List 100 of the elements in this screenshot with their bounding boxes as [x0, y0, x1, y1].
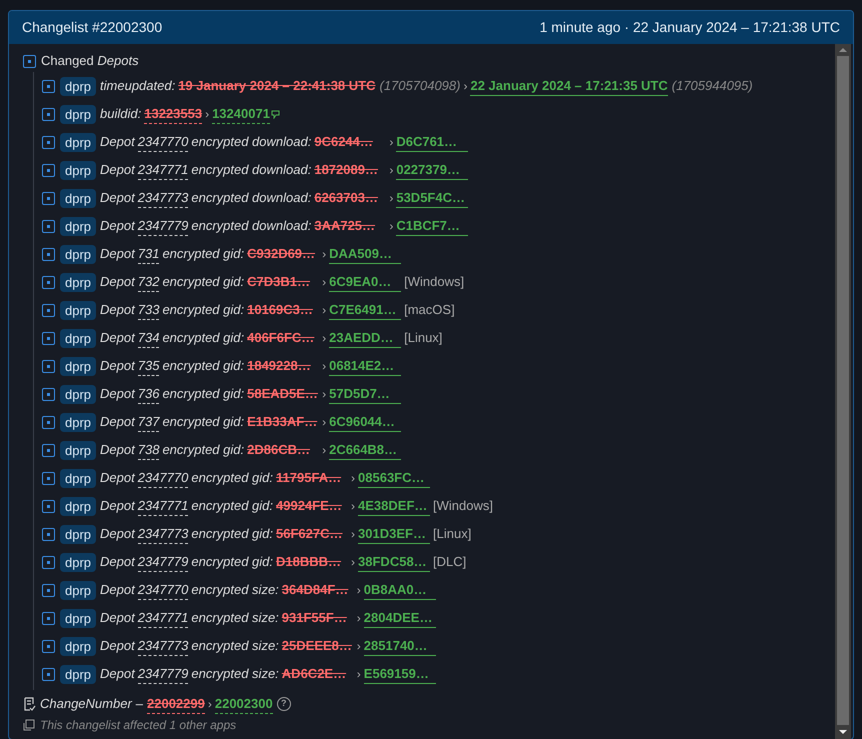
new-value: 2804DEE…: [364, 608, 436, 628]
depot-link[interactable]: 734: [138, 328, 160, 348]
old-value: 6263703…: [314, 189, 379, 208]
depot-link[interactable]: 2347770: [138, 132, 188, 152]
scrollbar-thumb[interactable]: [837, 56, 849, 725]
collapse-icon[interactable]: [42, 528, 55, 540]
collapse-icon[interactable]: [42, 584, 55, 596]
depot-link[interactable]: 2347771: [138, 608, 188, 628]
field-label: buildid:: [100, 105, 142, 124]
tag-badge: dprp: [60, 524, 96, 544]
new-value: 0B8AA0…: [364, 580, 436, 600]
collapse-icon[interactable]: [42, 500, 55, 512]
old-value: 22002299: [147, 694, 205, 714]
depot-link[interactable]: 735: [138, 356, 160, 376]
depot-link[interactable]: 738: [138, 440, 160, 460]
collapse-icon[interactable]: [42, 80, 55, 92]
collapse-icon[interactable]: [42, 668, 55, 680]
depot-label: Depot: [100, 665, 135, 684]
collapse-icon[interactable]: [42, 332, 55, 344]
depot-link[interactable]: 2347771: [138, 160, 188, 180]
collapse-icon[interactable]: [42, 360, 55, 372]
platform-label: [DLC]: [433, 553, 466, 572]
collapse-icon[interactable]: [42, 108, 55, 120]
field-label: encrypted gid:: [162, 301, 244, 320]
new-value: DAA509…: [329, 244, 402, 264]
scrollbar[interactable]: [835, 44, 851, 739]
arrow-icon: ›: [322, 245, 326, 263]
arrow-icon: ›: [351, 553, 356, 571]
field-label: encrypted size:: [191, 665, 279, 684]
collapse-icon[interactable]: [23, 54, 36, 68]
arrow-icon: ›: [463, 77, 468, 95]
depot-link[interactable]: 2347773: [138, 188, 188, 208]
collapse-icon[interactable]: [42, 416, 55, 428]
old-value: 56F627C…: [276, 525, 344, 544]
old-value: 58EAD5E…: [247, 385, 319, 404]
field-label: encrypted gid:: [191, 525, 274, 544]
tag-badge: dprp: [60, 356, 96, 376]
collapse-icon[interactable]: [42, 472, 55, 484]
arrow-icon: ›: [389, 133, 394, 151]
platform-label: [Linux]: [433, 525, 472, 544]
old-value: 3AA725…: [314, 217, 376, 236]
depot-link[interactable]: 731: [138, 244, 160, 264]
old-value: E1B33AF…: [247, 413, 318, 432]
field-label: encrypted gid:: [162, 245, 244, 264]
depot-link[interactable]: 2347771: [138, 496, 188, 516]
depot-link[interactable]: 2347779: [138, 664, 188, 684]
collapse-icon[interactable]: [42, 220, 55, 232]
collapse-icon[interactable]: [42, 444, 55, 456]
depot-link[interactable]: 2347773: [138, 636, 188, 656]
footer-note: This changelist affected 1 other apps: [40, 717, 236, 734]
new-value: 22002300: [214, 694, 273, 714]
arrow-icon: ›: [356, 637, 361, 655]
old-value: 9C6244…: [314, 133, 374, 152]
collapse-icon[interactable]: [42, 248, 55, 260]
field-label: encrypted gid:: [162, 441, 244, 460]
raw-value: (1705944095): [672, 77, 753, 96]
arrow-icon: ›: [389, 217, 394, 235]
tag-badge: dprp: [60, 580, 96, 600]
old-value: 931F55F…: [282, 609, 348, 628]
depot-label: Depot: [100, 133, 135, 152]
old-value: AD6C2E…: [282, 665, 348, 684]
depot-link[interactable]: 733: [138, 300, 160, 320]
collapse-icon[interactable]: [42, 192, 55, 204]
collapse-icon[interactable]: [42, 612, 55, 624]
help-icon[interactable]: ?: [276, 697, 291, 711]
collapse-icon[interactable]: [42, 136, 55, 148]
arrow-icon: ›: [351, 497, 356, 515]
old-value: 406F6FC…: [247, 329, 316, 348]
arrow-icon: ›: [208, 695, 212, 713]
platform-label: [Windows]: [404, 273, 464, 292]
new-value: 0227379…: [396, 160, 468, 180]
depot-link[interactable]: 2347779: [138, 216, 188, 236]
tag-badge: dprp: [60, 216, 96, 236]
old-value: 10169C3…: [247, 301, 314, 320]
collapse-icon[interactable]: [42, 556, 55, 568]
depot-link[interactable]: 2347770: [138, 468, 188, 488]
old-value: 2D86CB…: [247, 441, 311, 460]
tag-badge: dprp: [60, 244, 96, 264]
collapse-icon[interactable]: [42, 388, 55, 400]
depot-link[interactable]: 737: [138, 412, 160, 432]
collapse-icon[interactable]: [42, 276, 55, 288]
field-label: encrypted gid:: [191, 497, 274, 516]
new-value: E569159…: [364, 664, 436, 684]
depot-link[interactable]: 2347773: [138, 524, 188, 544]
depot-link[interactable]: 2347779: [138, 552, 188, 572]
new-value: D6C761…: [396, 132, 468, 152]
tag-badge: dprp: [60, 440, 96, 460]
tag-badge: dprp: [60, 132, 96, 152]
depot-link[interactable]: 736: [138, 384, 160, 404]
collapse-icon[interactable]: [42, 304, 55, 316]
depot-link[interactable]: 2347770: [138, 580, 188, 600]
depot-link[interactable]: 732: [138, 272, 160, 292]
tag-badge: dprp: [60, 608, 96, 628]
new-value: 08563FC…: [358, 468, 430, 488]
collapse-icon[interactable]: [42, 640, 55, 652]
tag-badge: dprp: [60, 468, 96, 488]
collapse-icon[interactable]: [42, 164, 55, 176]
new-value: 06814E2…: [329, 356, 402, 376]
dash-text: –: [136, 695, 144, 714]
new-value: 301D3EF…: [358, 524, 430, 544]
